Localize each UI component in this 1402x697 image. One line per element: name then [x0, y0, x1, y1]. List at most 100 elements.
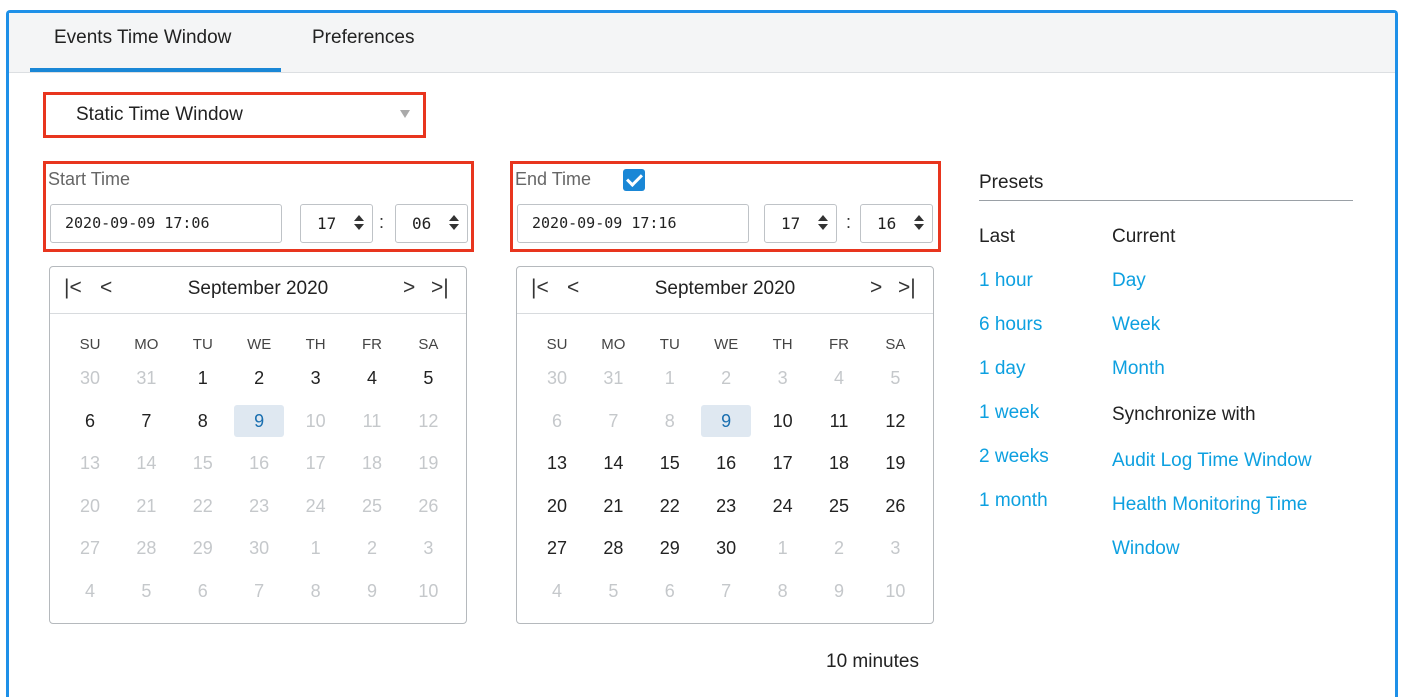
weekday-header: SU: [546, 336, 568, 353]
end-minute-spinner[interactable]: 16: [860, 204, 933, 243]
sync-audit-log-link[interactable]: Audit Log Time Window: [1112, 450, 1312, 472]
start-time-label: Start Time: [48, 169, 131, 189]
calendar-day[interactable]: 30: [701, 532, 751, 564]
calendar-day: 10: [305, 410, 326, 431]
start-datetime-input[interactable]: 2020-09-09 17:06: [50, 204, 282, 243]
preset-last-1-hour[interactable]: 1 hour: [979, 270, 1033, 292]
preset-current-month[interactable]: Month: [1112, 358, 1165, 380]
calendar-day[interactable]: 14: [588, 447, 638, 479]
start-minute-spinner[interactable]: 06: [395, 204, 468, 243]
preset-current-week[interactable]: Week: [1112, 314, 1160, 336]
calendar-day[interactable]: 13: [532, 447, 582, 479]
calendar-day: 29: [192, 538, 213, 558]
next-month-icon[interactable]: >: [870, 276, 882, 300]
calendar-day: 7: [721, 580, 732, 601]
mode-select-value: Static Time Window: [76, 104, 243, 125]
duration-text: 10 minutes: [826, 651, 919, 672]
calendar-day: 8: [777, 580, 788, 601]
end-calendar: |< < September 2020 > >| SU MO TU WE TH FR SA 3…: [516, 266, 934, 624]
presets-title: Presets: [979, 172, 1044, 193]
calendar-day[interactable]: 17: [758, 447, 808, 479]
calendar-day[interactable]: 25: [814, 490, 864, 522]
weekday-header: MO: [601, 336, 626, 353]
calendar-day[interactable]: 29: [645, 532, 695, 564]
end-time-checkbox[interactable]: [623, 169, 645, 191]
preset-last-1-month[interactable]: 1 month: [979, 490, 1048, 512]
calendar-day-selected[interactable]: 9: [234, 404, 285, 437]
last-month-icon[interactable]: >|: [898, 276, 916, 300]
end-time-colon: :: [846, 212, 852, 232]
calendar-day[interactable]: 7: [121, 405, 171, 437]
calendar-day[interactable]: 23: [701, 490, 751, 522]
calendar-day[interactable]: 1: [178, 362, 228, 394]
calendar-day: 12: [418, 410, 439, 431]
start-hour-value: 17: [317, 214, 337, 233]
calendar-day[interactable]: 16: [701, 447, 751, 479]
calendar-day[interactable]: 15: [645, 447, 695, 479]
next-month-icon[interactable]: >: [403, 276, 415, 300]
calendar-day-selected[interactable]: 9: [701, 404, 752, 437]
weekday-header: TU: [659, 336, 680, 353]
calendar-day[interactable]: 20: [532, 490, 582, 522]
spin-arrows-icon[interactable]: [354, 215, 364, 231]
calendar-day[interactable]: 19: [870, 447, 920, 479]
end-hour-spinner[interactable]: 17: [764, 204, 837, 243]
preset-current-day[interactable]: Day: [1112, 270, 1146, 292]
spin-arrows-icon[interactable]: [818, 215, 828, 231]
end-datetime-input[interactable]: 2020-09-09 17:16: [517, 204, 749, 243]
calendar-day: 9: [833, 580, 844, 601]
time-window-mode-select[interactable]: Static Time Window: [50, 98, 420, 132]
calendar-day[interactable]: 8: [178, 405, 228, 437]
calendar-day: 1: [664, 368, 675, 388]
calendar-day[interactable]: 4: [347, 362, 397, 394]
calendar-day: 5: [890, 368, 901, 388]
calendar-day: 5: [141, 580, 152, 601]
tab-events-time-window[interactable]: Events Time Window: [54, 27, 231, 49]
calendar-day[interactable]: 6: [65, 405, 115, 437]
calendar-day[interactable]: 21: [588, 490, 638, 522]
calendar-day[interactable]: 26: [870, 490, 920, 522]
weekday-header: SU: [79, 336, 101, 353]
calendar-day[interactable]: 24: [758, 490, 808, 522]
calendar-day[interactable]: 3: [291, 362, 341, 394]
end-time-group: End Time 2020-09-09 17:16 17 : 16: [510, 161, 941, 252]
calendar-day[interactable]: 11: [814, 405, 864, 437]
spin-arrows-icon[interactable]: [914, 215, 924, 231]
calendar-day[interactable]: 10: [758, 405, 808, 437]
calendar-day[interactable]: 22: [645, 490, 695, 522]
weekday-header: WE: [247, 336, 272, 353]
weekday-header: WE: [714, 336, 739, 353]
calendar-day[interactable]: 2: [234, 362, 284, 394]
sync-health-monitoring-link[interactable]: Health Monitoring Time: [1112, 494, 1307, 516]
sync-health-monitoring-link-cont[interactable]: Window: [1112, 538, 1180, 560]
spin-arrows-icon[interactable]: [449, 215, 459, 231]
calendar-day[interactable]: 27: [532, 532, 582, 564]
calendar-day[interactable]: 12: [870, 405, 920, 437]
presets-divider: [979, 200, 1353, 201]
preset-last-6-hours[interactable]: 6 hours: [979, 314, 1042, 336]
start-time-colon: :: [379, 212, 385, 232]
calendar-day[interactable]: 28: [588, 532, 638, 564]
preset-last-2-weeks[interactable]: 2 weeks: [979, 446, 1049, 468]
last-month-icon[interactable]: >|: [431, 276, 449, 300]
calendar-day: 20: [79, 495, 101, 516]
calendar-day: 22: [192, 495, 213, 516]
calendar-day: 30: [79, 368, 101, 388]
calendar-day: 18: [361, 453, 383, 473]
preset-last-1-day[interactable]: 1 day: [979, 358, 1025, 380]
calendar-day: 24: [305, 495, 326, 516]
calendar-day: 2: [833, 538, 844, 558]
calendar-header: |< < September 2020 > >|: [517, 267, 933, 314]
calendar-day[interactable]: 5: [403, 362, 453, 394]
end-time-label: End Time: [515, 169, 592, 189]
tab-preferences[interactable]: Preferences: [312, 27, 414, 49]
start-hour-spinner[interactable]: 17: [300, 204, 373, 243]
calendar-day: 15: [192, 453, 213, 473]
calendar-day[interactable]: 18: [814, 447, 864, 479]
preset-last-1-week[interactable]: 1 week: [979, 402, 1039, 424]
calendar-day: 1: [310, 538, 321, 558]
mode-highlight-box: Static Time Window: [43, 92, 426, 138]
calendar-day: 4: [833, 368, 844, 388]
weekday-header: TH: [305, 336, 326, 353]
calendar-day: 8: [664, 410, 675, 431]
